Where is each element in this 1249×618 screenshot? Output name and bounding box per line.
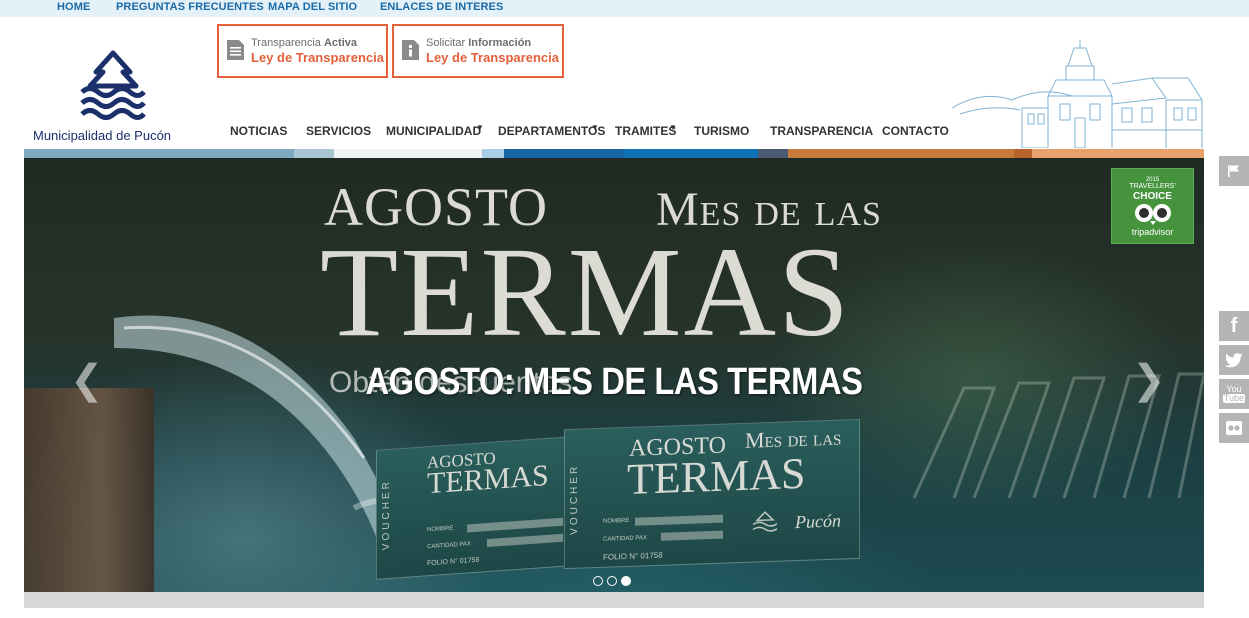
- flickr-icon: [1226, 421, 1242, 435]
- badge-line: TRAVELLERS': [1129, 183, 1176, 190]
- document-icon: [227, 40, 244, 60]
- slider-dot-2[interactable]: [607, 576, 617, 586]
- youtube-icon: You Tube: [1222, 385, 1246, 403]
- voucher-field-label: NOMBRE: [427, 525, 454, 534]
- voucher-field: [487, 533, 563, 548]
- voucher-card: VOUCHER AGOSTO Mes de las TERMAS NOMBRE …: [564, 418, 860, 570]
- voucher-folio: FOLIO N° 01758: [427, 556, 480, 568]
- logo-mark-icon: [80, 50, 146, 120]
- nav-servicios[interactable]: SERVICIOS: [306, 124, 371, 138]
- home-link[interactable]: HOME: [57, 1, 90, 13]
- facebook-button[interactable]: f: [1219, 311, 1249, 341]
- voucher-field-label: NOMBRE: [603, 517, 630, 525]
- solicitar-informacion-label: Ley de Transparencia: [426, 50, 559, 65]
- chevron-down-icon: ▼: [591, 123, 599, 132]
- band-segment: [504, 149, 624, 158]
- twitter-icon: [1225, 352, 1243, 367]
- voucher-field: [635, 514, 723, 526]
- nav-noticias[interactable]: NOTICIAS: [230, 124, 287, 138]
- band-segment: [482, 149, 504, 158]
- voucher-field-label: CANTIDAD PAX: [427, 541, 471, 551]
- voucher-folio: FOLIO N° 01758: [603, 550, 663, 562]
- slider-dot-3[interactable]: [621, 576, 631, 586]
- voucher-field-label: CANTIDAD PAX: [603, 535, 647, 543]
- nav-transparencia[interactable]: TRANSPARENCIA: [770, 124, 873, 138]
- municipality-logo-mark-icon: [752, 511, 778, 532]
- band-segment: [788, 149, 1014, 158]
- voucher-text: TERMAS: [427, 458, 549, 501]
- hero-bg-text: TERMAS: [320, 221, 852, 363]
- sitemap-link[interactable]: MAPA DEL SITIO: [268, 1, 357, 13]
- flickr-button[interactable]: [1219, 413, 1249, 443]
- tripadvisor-badge[interactable]: 2015 TRAVELLERS' CHOICE tripadvisor: [1111, 168, 1194, 244]
- band-segment: [334, 149, 482, 158]
- slide-title[interactable]: AGOSTO: MES DE LAS TERMAS: [107, 361, 1122, 404]
- hero-slider[interactable]: AGOSTO Mes de las TERMAS Obtén descuento…: [24, 158, 1204, 592]
- band-segment: [624, 149, 758, 158]
- badge-brand: tripadvisor: [1131, 227, 1174, 237]
- nav-departamentos[interactable]: DEPARTAMENTOS: [498, 124, 605, 138]
- voucher-tag: VOUCHER: [569, 463, 580, 535]
- color-band: [24, 149, 1204, 158]
- voucher-field: [467, 517, 563, 533]
- nav-turismo[interactable]: TURISMO: [694, 124, 749, 138]
- band-segment: [758, 149, 788, 158]
- voucher-card: VOUCHER AGOSTO TERMAS NOMBRE CANTIDAD PA…: [376, 436, 572, 580]
- transparencia-activa-label: Ley de Transparencia: [251, 50, 384, 65]
- slider-pagination: [593, 576, 631, 586]
- voucher-brand: Pucón: [795, 510, 841, 533]
- voucher-field: [661, 530, 723, 541]
- chevron-right-icon[interactable]: ❯: [1132, 360, 1166, 400]
- band-segment: [1014, 149, 1032, 158]
- links-of-interest-link[interactable]: ENLACES DE INTERES: [380, 1, 503, 13]
- voucher-text: TERMAS: [627, 448, 806, 504]
- faq-link[interactable]: PREGUNTAS FRECUENTES: [116, 1, 264, 13]
- main-navigation: NOTICIAS SERVICIOS MUNICIPALIDAD ▼ DEPAR…: [0, 123, 1249, 142]
- voucher-tag: VOUCHER: [381, 478, 392, 551]
- youtube-button[interactable]: You Tube: [1219, 379, 1249, 409]
- solicitar-informacion-caption: Solicitar Información: [426, 37, 532, 49]
- nav-contacto[interactable]: CONTACTO: [882, 124, 949, 138]
- chevron-down-icon: ▼: [476, 123, 484, 132]
- slider-footer-bar: [24, 592, 1204, 608]
- transparencia-activa-button[interactable]: Transparencia Activa Ley de Transparenci…: [217, 24, 388, 78]
- flag-icon: [1228, 165, 1239, 177]
- band-segment: [1032, 149, 1204, 158]
- facebook-icon: f: [1230, 314, 1238, 337]
- transparencia-activa-caption: Transparencia Activa: [251, 37, 357, 49]
- page: HOME PREGUNTAS FRECUENTES MAPA DEL SITIO…: [0, 0, 1249, 618]
- band-segment: [24, 149, 294, 158]
- solicitar-informacion-button[interactable]: Solicitar Información Ley de Transparenc…: [392, 24, 564, 78]
- tripadvisor-owl-icon: [1135, 204, 1171, 225]
- twitter-button[interactable]: [1219, 345, 1249, 375]
- info-document-icon: [402, 40, 419, 60]
- flag-button[interactable]: [1219, 156, 1249, 186]
- lounge-chairs-image: [912, 372, 1204, 499]
- chevron-left-icon[interactable]: ❮: [70, 360, 104, 400]
- chevron-down-icon: ▼: [669, 123, 677, 132]
- nav-tramites[interactable]: TRAMITES: [615, 124, 676, 138]
- slider-dot-1[interactable]: [593, 576, 603, 586]
- nav-municipalidad[interactable]: MUNICIPALIDAD: [386, 124, 481, 138]
- utility-bar: HOME PREGUNTAS FRECUENTES MAPA DEL SITIO…: [0, 0, 1249, 17]
- youtube-icon-bottom: Tube: [1222, 393, 1246, 403]
- band-segment: [294, 149, 334, 158]
